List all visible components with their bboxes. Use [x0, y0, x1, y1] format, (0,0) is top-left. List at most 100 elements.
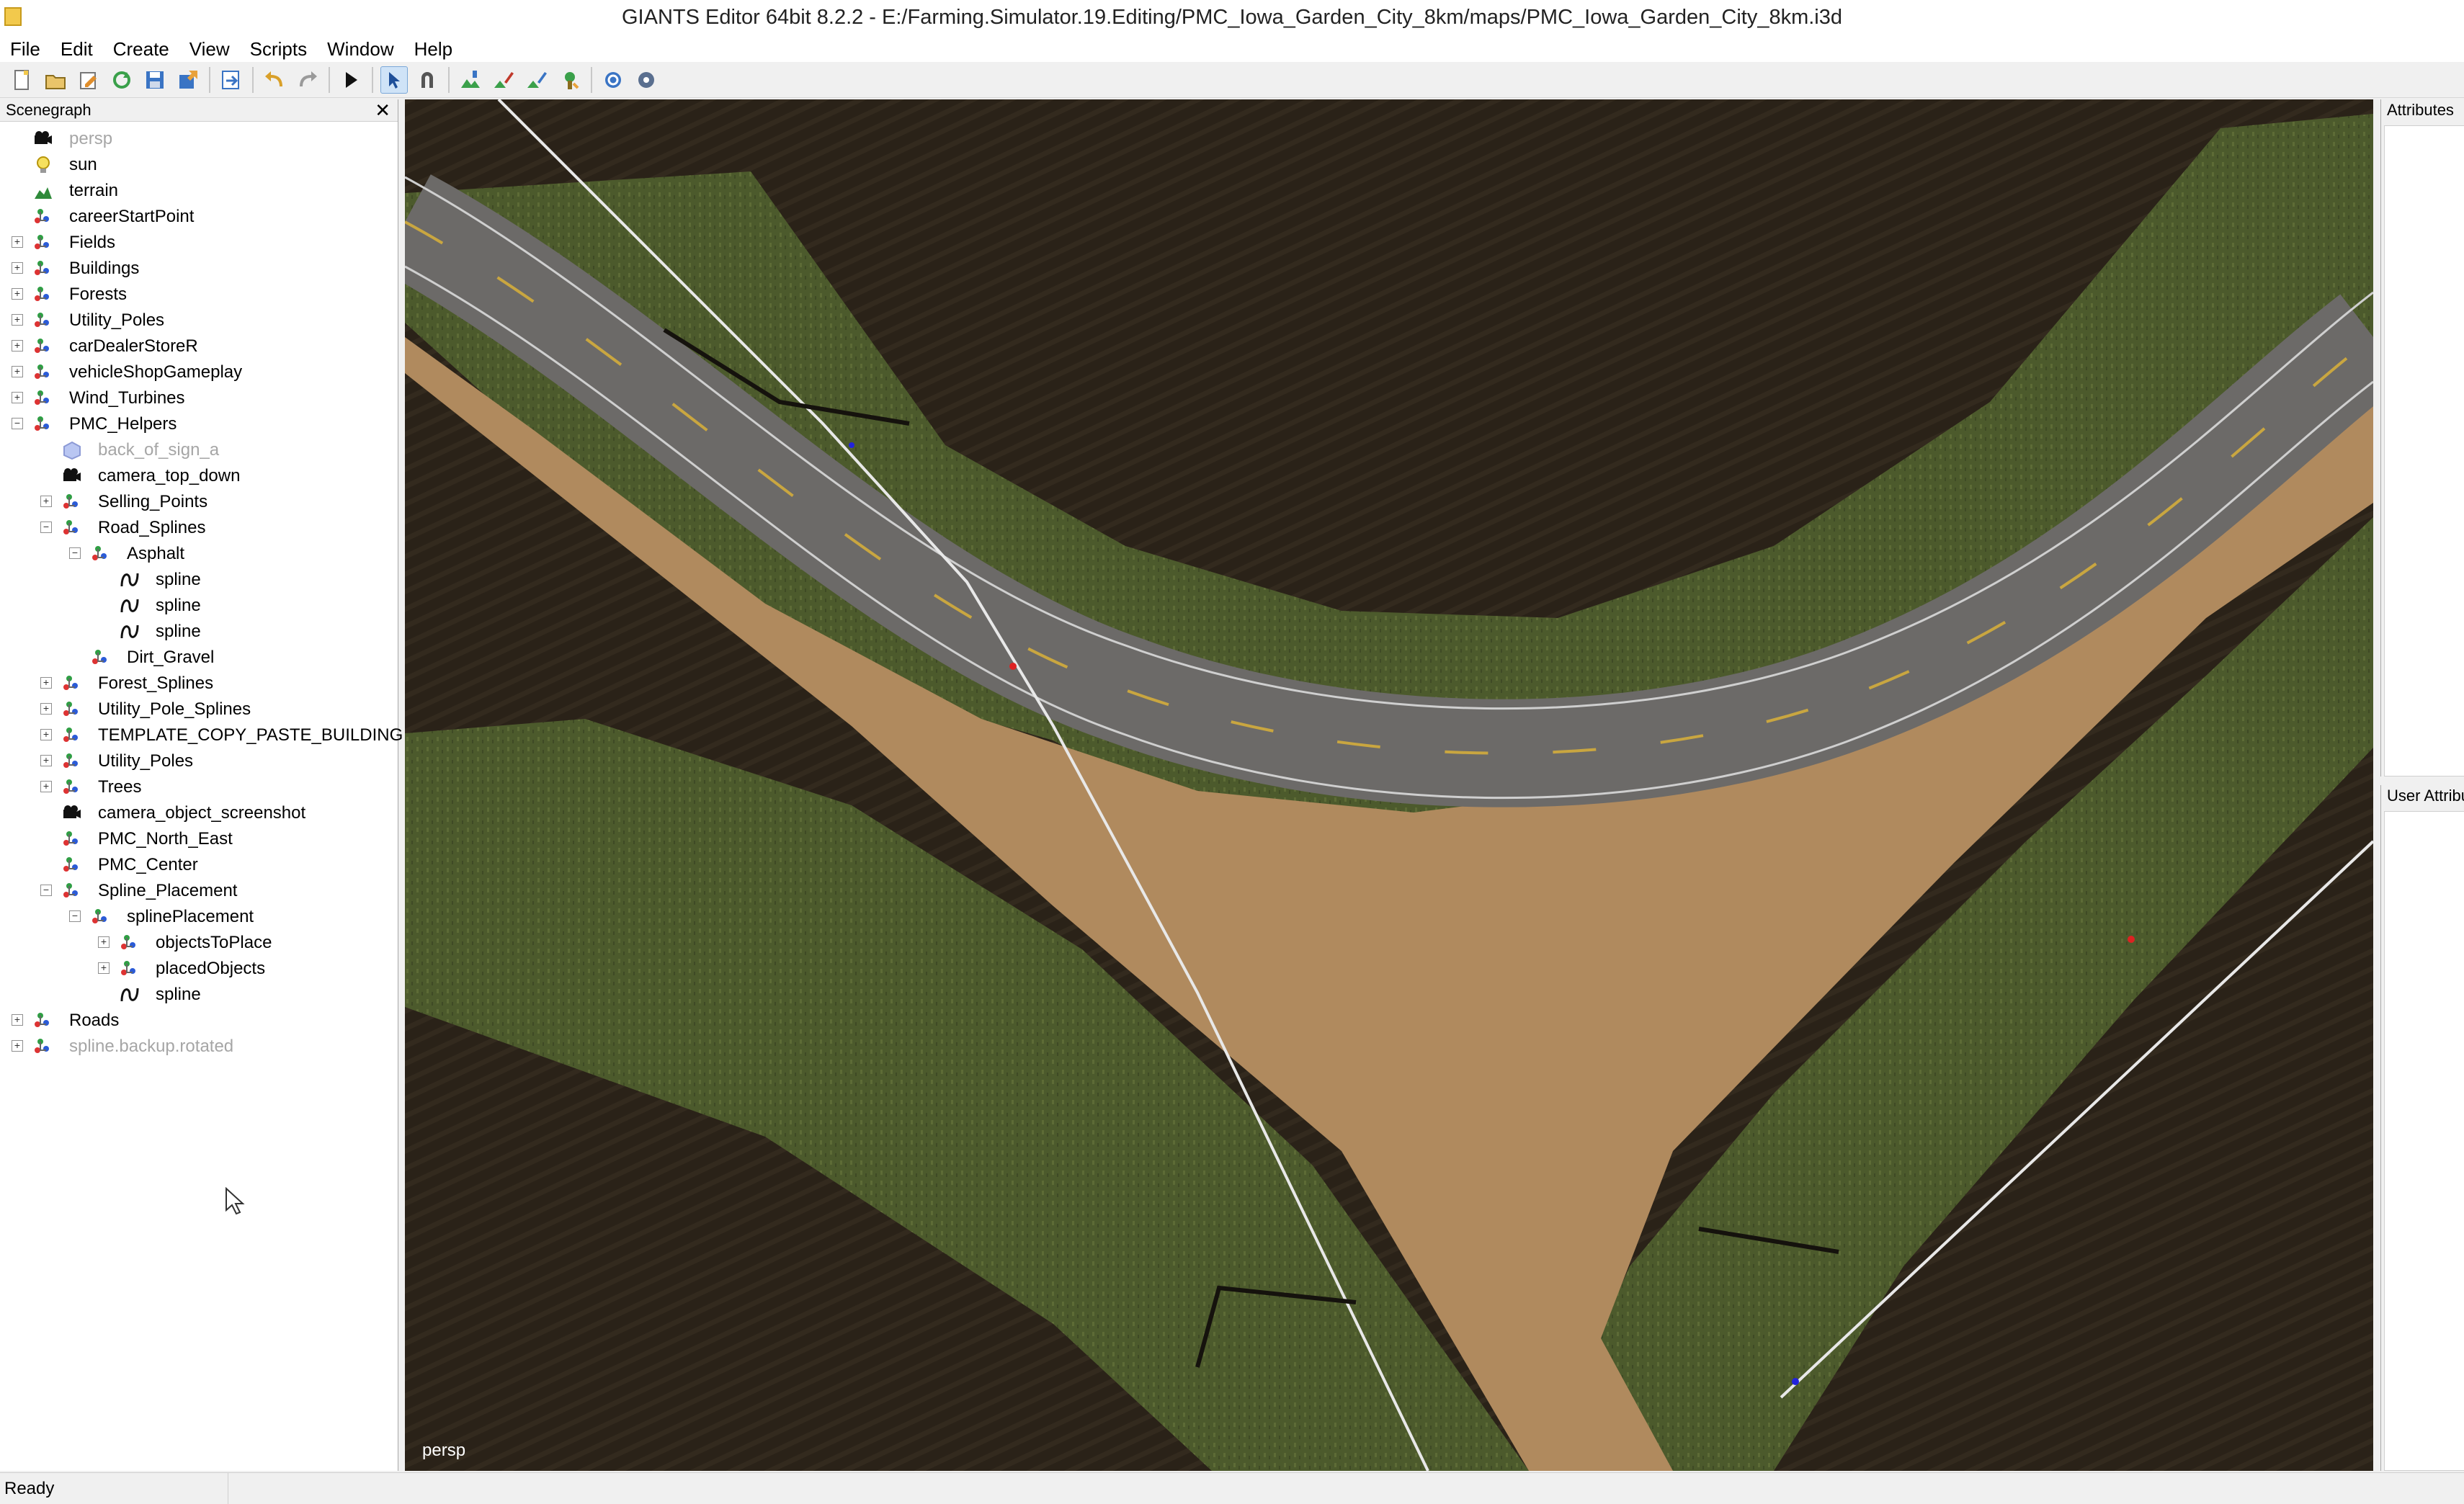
scenegraph-node[interactable]: − Spline_Placement — [0, 878, 398, 904]
scenegraph-node[interactable]: + Fields — [0, 230, 398, 256]
scenegraph-node[interactable]: − Road_Splines — [0, 515, 398, 541]
collapse-icon[interactable]: − — [40, 522, 52, 533]
collapse-icon[interactable]: − — [12, 418, 23, 429]
scenegraph-node[interactable]: + Forests — [0, 282, 398, 308]
export-icon[interactable] — [174, 66, 202, 94]
scenegraph-node[interactable]: − Asphalt — [0, 541, 398, 567]
menu-view[interactable]: View — [179, 38, 240, 61]
user-attributes-content — [2384, 811, 2464, 1471]
scenegraph-node[interactable]: + Trees — [0, 774, 398, 800]
open-file-icon[interactable] — [42, 66, 69, 94]
scenegraph-node[interactable]: + vehicleShopGameplay — [0, 359, 398, 385]
close-icon[interactable]: ✕ — [375, 99, 390, 121]
scenegraph-node[interactable]: PMC_North_East — [0, 826, 398, 852]
scenegraph-node-label: TEMPLATE_COPY_PASTE_BUILDING — [98, 725, 403, 745]
expand-icon[interactable]: + — [12, 392, 23, 403]
scenegraph-node[interactable]: + Roads — [0, 1008, 398, 1034]
magnet-icon[interactable] — [414, 66, 441, 94]
scenegraph-node[interactable]: + spline.backup.rotated — [0, 1034, 398, 1060]
expand-icon[interactable]: + — [40, 677, 52, 689]
expand-icon[interactable]: + — [98, 936, 110, 948]
scenegraph-node[interactable]: careerStartPoint — [0, 204, 398, 230]
play-icon[interactable] — [337, 66, 365, 94]
expand-icon[interactable]: + — [12, 288, 23, 300]
scenegraph-node[interactable]: persp — [0, 126, 398, 152]
scenegraph-node-label: back_of_sign_a — [98, 440, 220, 460]
scenegraph-node[interactable]: + Buildings — [0, 256, 398, 282]
transform-icon — [62, 493, 82, 511]
scenegraph-node[interactable]: + Utility_Pole_Splines — [0, 697, 398, 722]
refresh-icon[interactable] — [599, 66, 627, 94]
window-title: GIANTS Editor 64bit 8.2.2 - E:/Farming.S… — [621, 6, 1843, 29]
scenegraph-node[interactable]: back_of_sign_a — [0, 437, 398, 463]
spline-end-point — [849, 442, 854, 448]
spline-icon — [120, 570, 140, 589]
expand-icon[interactable]: + — [12, 314, 23, 326]
expand-icon[interactable]: + — [40, 496, 52, 507]
foliage-paint-icon[interactable] — [523, 66, 550, 94]
collapse-icon[interactable]: − — [69, 547, 81, 559]
collapse-icon[interactable]: − — [69, 910, 81, 922]
expand-icon[interactable]: + — [40, 755, 52, 766]
scenegraph-node[interactable]: + placedObjects — [0, 956, 398, 982]
scenegraph-node[interactable]: Dirt_Gravel — [0, 645, 398, 671]
scenegraph-node[interactable]: + objectsToPlace — [0, 930, 398, 956]
menu-window[interactable]: Window — [317, 38, 403, 61]
edit-file-icon[interactable] — [75, 66, 102, 94]
expand-icon[interactable]: + — [12, 1014, 23, 1026]
expand-icon[interactable]: + — [12, 236, 23, 248]
3d-viewport[interactable]: persp — [405, 99, 2373, 1471]
terrain-sculpt-icon[interactable] — [457, 66, 484, 94]
spline-icon — [120, 985, 140, 1004]
import-icon[interactable] — [218, 66, 245, 94]
scenegraph-node[interactable]: + Forest_Splines — [0, 671, 398, 697]
undo-icon[interactable] — [261, 66, 288, 94]
collapse-icon[interactable]: − — [40, 885, 52, 896]
scenegraph-node[interactable]: + Utility_Poles — [0, 308, 398, 334]
reload-icon[interactable] — [108, 66, 135, 94]
scenegraph-node[interactable]: PMC_Center — [0, 852, 398, 878]
expand-icon[interactable]: + — [12, 262, 23, 274]
select-mode-icon[interactable] — [380, 66, 408, 94]
scenegraph-node[interactable]: spline — [0, 982, 398, 1008]
scenegraph-node-label: spline — [156, 596, 201, 615]
scenegraph-node[interactable]: terrain — [0, 178, 398, 204]
new-file-icon[interactable] — [9, 66, 36, 94]
scenegraph-node[interactable]: + TEMPLATE_COPY_PASTE_BUILDING — [0, 722, 403, 748]
expand-icon[interactable]: + — [12, 1040, 23, 1052]
scenegraph-node[interactable]: − splinePlacement — [0, 904, 398, 930]
settings-icon[interactable] — [633, 66, 660, 94]
menu-create[interactable]: Create — [103, 38, 179, 61]
menu-file[interactable]: File — [0, 38, 50, 61]
scenegraph-node[interactable]: camera_object_screenshot — [0, 800, 398, 826]
save-icon[interactable] — [141, 66, 169, 94]
menu-edit[interactable]: Edit — [50, 38, 103, 61]
expand-icon[interactable]: + — [98, 962, 110, 974]
scenegraph-node[interactable]: + carDealerStoreR — [0, 334, 398, 359]
expand-icon[interactable]: + — [12, 340, 23, 352]
menu-scripts[interactable]: Scripts — [240, 38, 317, 61]
scenegraph-node[interactable]: − PMC_Helpers — [0, 411, 398, 437]
expand-icon[interactable]: + — [40, 703, 52, 715]
expand-icon[interactable]: + — [40, 781, 52, 792]
scenegraph-node-label: PMC_Helpers — [69, 414, 177, 434]
menu-help[interactable]: Help — [404, 38, 463, 61]
scenegraph-node[interactable]: spline — [0, 567, 398, 593]
transform-icon — [62, 674, 82, 693]
scenegraph-node[interactable]: spline — [0, 593, 398, 619]
scenegraph-node[interactable]: + Selling_Points — [0, 489, 398, 515]
transform-icon — [33, 415, 53, 434]
camera-icon — [62, 467, 82, 485]
scenegraph-node[interactable]: + Utility_Poles — [0, 748, 398, 774]
expand-icon[interactable]: + — [40, 729, 52, 740]
placement-icon[interactable] — [556, 66, 584, 94]
scenegraph-node[interactable]: spline — [0, 619, 398, 645]
scenegraph-node[interactable]: sun — [0, 152, 398, 178]
scenegraph-node[interactable]: + Wind_Turbines — [0, 385, 398, 411]
redo-icon[interactable] — [294, 66, 321, 94]
terrain-paint-icon[interactable] — [490, 66, 517, 94]
scenegraph-node-label: vehicleShopGameplay — [69, 362, 243, 382]
transform-icon — [33, 285, 53, 304]
scenegraph-node[interactable]: camera_top_down — [0, 463, 398, 489]
expand-icon[interactable]: + — [12, 366, 23, 377]
